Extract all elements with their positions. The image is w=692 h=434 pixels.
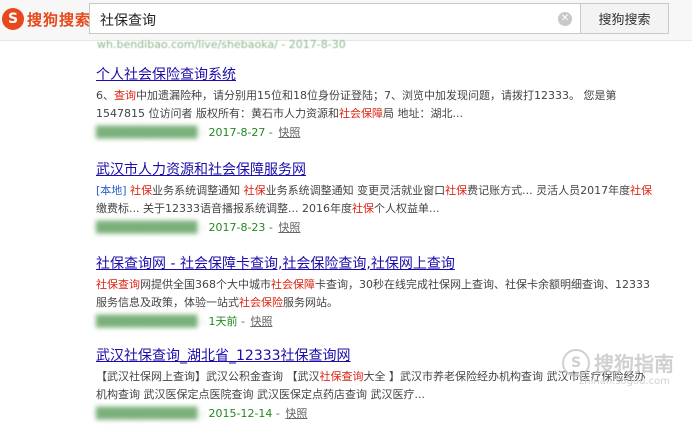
result-meta: ████████████ - 1天前 - 快照 [96, 314, 656, 330]
search-result: 社保查询网 - 社会保障卡查询,社会保险查询,社保网上查询社保查询网提供全国36… [96, 255, 656, 330]
result-title-link[interactable]: 武汉市人力资源和社会保障服务网 [96, 161, 656, 179]
snippet-text: 缴费标... 关于12333语音播报系统调整... 2016年度 [96, 202, 352, 215]
snippet-highlight: 社保 [130, 184, 153, 197]
meta-separator: - [272, 407, 284, 420]
snippet-highlight: 社保查询 [96, 278, 140, 291]
search-result: 个人社会保险查询系统 6、查询中加遗漏险种，请分别用15位和18位身份证登陆；7、… [96, 66, 656, 141]
result-snippet: [本地] 社保业务系统调整通知 社保业务系统调整通知 变更灵活就业窗口社保费记账… [96, 182, 656, 218]
snippet-highlight: 社保 [445, 184, 468, 197]
snippet-text: 业务系统调整通知 [152, 184, 244, 197]
snippet-highlight: 社会保险 [239, 296, 283, 309]
snapshot-link[interactable]: 快照 [278, 221, 300, 234]
meta-separator: - [237, 315, 249, 328]
snippet-highlight: 社保 [630, 184, 653, 197]
snippet-highlight: 社会保障 [271, 278, 315, 291]
result-meta: ████████████ - 2017-8-23 - 快照 [96, 220, 656, 236]
result-date: 2017-8-23 [208, 221, 266, 234]
result-snippet: 6、查询中加遗漏险种，请分别用15位和18位身份证登陆；7、浏览中加发现问题，请… [96, 87, 656, 123]
local-tag: [本地] [96, 184, 127, 197]
search-box[interactable]: ✕ [89, 3, 581, 34]
watermark-logo-icon: S [562, 348, 590, 377]
snippet-highlight: 社会保障 [338, 107, 383, 120]
clear-icon[interactable]: ✕ [558, 12, 572, 26]
snapshot-link[interactable]: 快照 [278, 126, 300, 139]
result-title-link[interactable]: 社保查询网 - 社会保障卡查询,社会保险查询,社保网上查询 [96, 255, 656, 273]
snippet-highlight: 社保 [243, 184, 266, 197]
result-meta: ████████████ - 2017-8-27 - 快照 [96, 125, 656, 141]
sogou-logo-icon: S [2, 8, 24, 30]
snippet-text: 局 地址：湖北... [382, 107, 463, 120]
previous-result-url: wh.bendibao.com/live/shebaoka/ - 2017-8-… [97, 38, 346, 51]
result-date: 1天前 [208, 315, 238, 328]
snippet-text: 网提供全国368个大中城市 [140, 278, 271, 291]
meta-separator: - [265, 126, 277, 139]
snippet-text: 业务系统调整通知 变更灵活就业窗口 [265, 184, 446, 197]
logo-text: 搜狗搜索 [27, 10, 92, 29]
snippet-highlight: 社保查询 [319, 370, 364, 383]
snippet-text: 【武汉社保网上查询】武汉公积金查询 【武汉 [96, 370, 320, 383]
snippet-text: 6、 [96, 89, 114, 102]
result-snippet: 社保查询网提供全国368个大中城市社会保障卡查询，30秒在线完成社保网上查询、社… [96, 276, 656, 312]
search-header: S 搜狗搜索 ✕ 搜狗搜索 [0, 0, 692, 41]
search-input[interactable] [98, 8, 552, 32]
snapshot-link[interactable]: 快照 [250, 315, 272, 328]
result-date: 2015-12-14 [208, 407, 273, 420]
result-date: 2017-8-27 [208, 126, 266, 139]
snippet-text: 服务网站。 [283, 296, 338, 309]
watermark: S 搜狗指南 [562, 348, 674, 377]
snapshot-link[interactable]: 快照 [285, 407, 307, 420]
result-url-blurred[interactable]: ████████████ - [96, 221, 208, 234]
result-url-blurred[interactable]: ████████████ - [96, 126, 208, 139]
result-meta: ████████████ - 2015-12-14 - 快照 [96, 406, 656, 422]
meta-separator: - [265, 221, 277, 234]
watermark-text: 搜狗指南 [594, 352, 674, 376]
search-button[interactable]: 搜狗搜索 [580, 3, 669, 34]
snippet-highlight: 查询 [114, 89, 136, 102]
result-title-link[interactable]: 个人社会保险查询系统 [96, 66, 656, 84]
sogou-logo[interactable]: S 搜狗搜索 [2, 7, 91, 31]
search-result: 武汉市人力资源和社会保障服务网 [本地] 社保业务系统调整通知 社保业务系统调整通… [96, 161, 656, 236]
snippet-text: 费记账方式... 灵活人员2017年度 [467, 184, 631, 197]
snippet-highlight: 社保 [351, 202, 374, 215]
watermark-url: zhinan.sogou.com [578, 376, 670, 387]
result-url-blurred[interactable]: ████████████ - [96, 315, 208, 328]
snippet-text: 个人权益单... [373, 202, 440, 215]
result-url-blurred[interactable]: ████████████ - [96, 407, 208, 420]
